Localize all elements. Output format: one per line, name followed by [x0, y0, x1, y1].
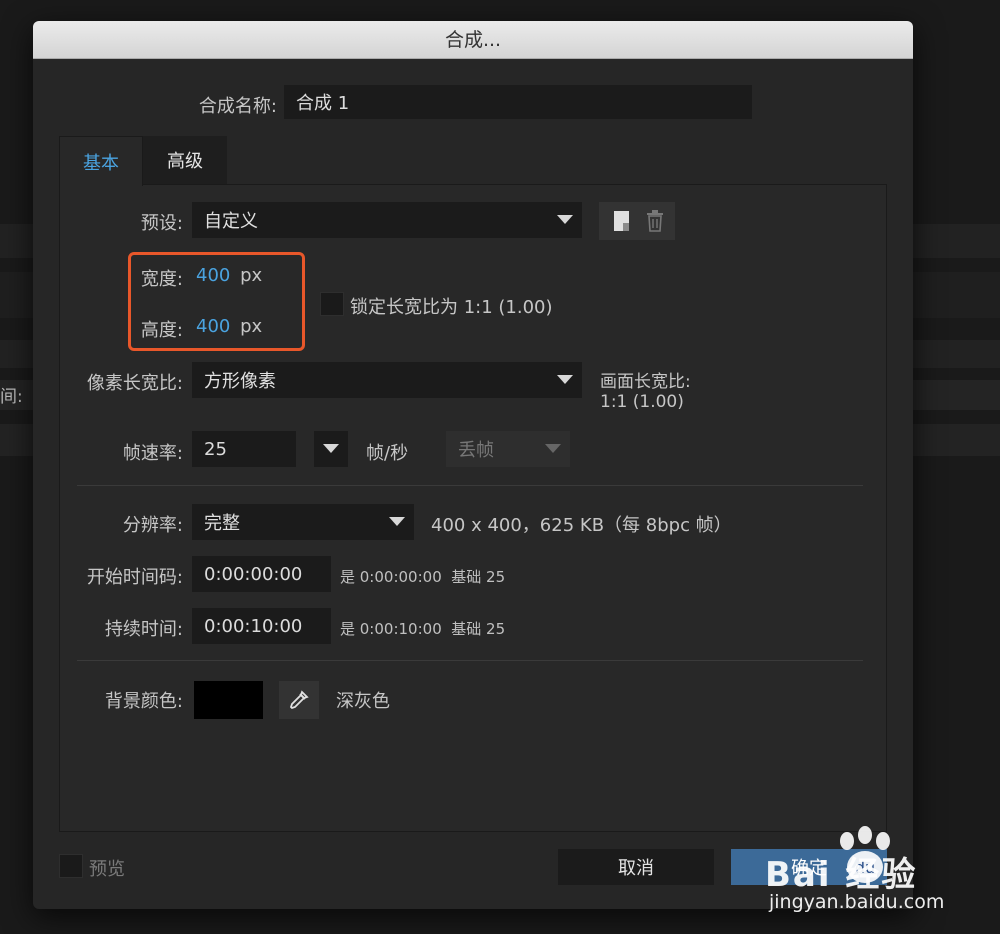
frame-rate-input[interactable]: 25 [192, 431, 296, 467]
chevron-down-icon [557, 375, 573, 384]
width-label: 宽度: [140, 269, 183, 290]
chevron-down-icon [389, 517, 405, 526]
width-unit: px [240, 265, 263, 286]
dialog-title: 合成... [33, 21, 913, 59]
chevron-down-icon [323, 444, 339, 453]
bg-color-swatch[interactable] [194, 681, 263, 719]
chevron-down-icon [557, 215, 573, 224]
start-timecode-label: 开始时间码: [86, 567, 183, 588]
resolution-info: 400 x 400，625 KB（每 8bpc 帧） [431, 515, 732, 536]
preset-label: 预设: [140, 213, 183, 234]
comp-name-label: 合成名称: [198, 96, 277, 117]
width-field[interactable]: 400 px [196, 265, 262, 286]
baidu-watermark: du Bai 经验 jingyan.baidu.com [765, 825, 997, 925]
frame-rate-label: 帧速率: [122, 443, 183, 464]
tab-advanced[interactable]: 高级 [143, 136, 227, 184]
frame-aspect-label: 画面长宽比: [600, 372, 691, 392]
chevron-down-icon [545, 444, 561, 453]
watermark-brand: Bai 经验 [765, 855, 918, 895]
tab-advanced-label: 高级 [167, 151, 203, 172]
bg-color-name: 深灰色 [336, 691, 390, 712]
pixel-aspect-label: 像素长宽比: [86, 373, 183, 394]
frame-aspect-value: 1:1 (1.00) [600, 392, 684, 412]
lock-aspect-checkbox[interactable] [320, 292, 344, 316]
cancel-button[interactable]: 取消 [558, 849, 714, 885]
resolution-label: 分辨率: [122, 515, 183, 536]
section-divider-1 [77, 485, 863, 486]
frame-rate-unit: 帧/秒 [366, 443, 409, 464]
comp-name-input[interactable]: 合成 1 [284, 85, 752, 119]
bg-label-time: 间: [0, 387, 23, 407]
pixel-aspect-dropdown[interactable]: 方形像素 [192, 362, 582, 398]
preview-label: 预览 [89, 859, 125, 880]
save-preset-button[interactable] [599, 202, 675, 240]
height-field[interactable]: 400 px [196, 316, 262, 337]
preset-dropdown[interactable]: 自定义 [192, 202, 582, 238]
eyedropper-button[interactable] [279, 681, 319, 719]
height-unit: px [240, 316, 263, 337]
tab-basic[interactable]: 基本 [59, 136, 143, 186]
height-value[interactable]: 400 [196, 316, 230, 337]
duration-info: 是 0:00:10:00 基础 25 [340, 620, 506, 638]
start-timecode-info: 是 0:00:00:00 基础 25 [340, 568, 506, 586]
save-preset-icon [614, 211, 629, 231]
duration-label: 持续时间: [104, 619, 183, 640]
bg-color-label: 背景颜色: [104, 691, 183, 712]
duration-input[interactable]: 0:00:10:00 [192, 608, 331, 644]
tab-basic-label: 基本 [83, 152, 119, 174]
resolution-dropdown[interactable]: 完整 [192, 504, 414, 540]
start-timecode-input[interactable]: 0:00:00:00 [192, 556, 331, 592]
width-value[interactable]: 400 [196, 265, 230, 286]
watermark-url: jingyan.baidu.com [769, 891, 945, 913]
preview-checkbox[interactable] [59, 854, 83, 878]
composition-dialog: 合成... 合成名称: 合成 1 基本 高级 预设: 自定义 宽度: 400 p… [33, 21, 913, 909]
eyedropper-icon [289, 690, 309, 710]
trash-icon [647, 210, 663, 232]
section-divider-2 [77, 660, 863, 661]
lock-aspect-label: 锁定长宽比为 1:1 (1.00) [350, 297, 553, 318]
height-label: 高度: [140, 320, 183, 341]
